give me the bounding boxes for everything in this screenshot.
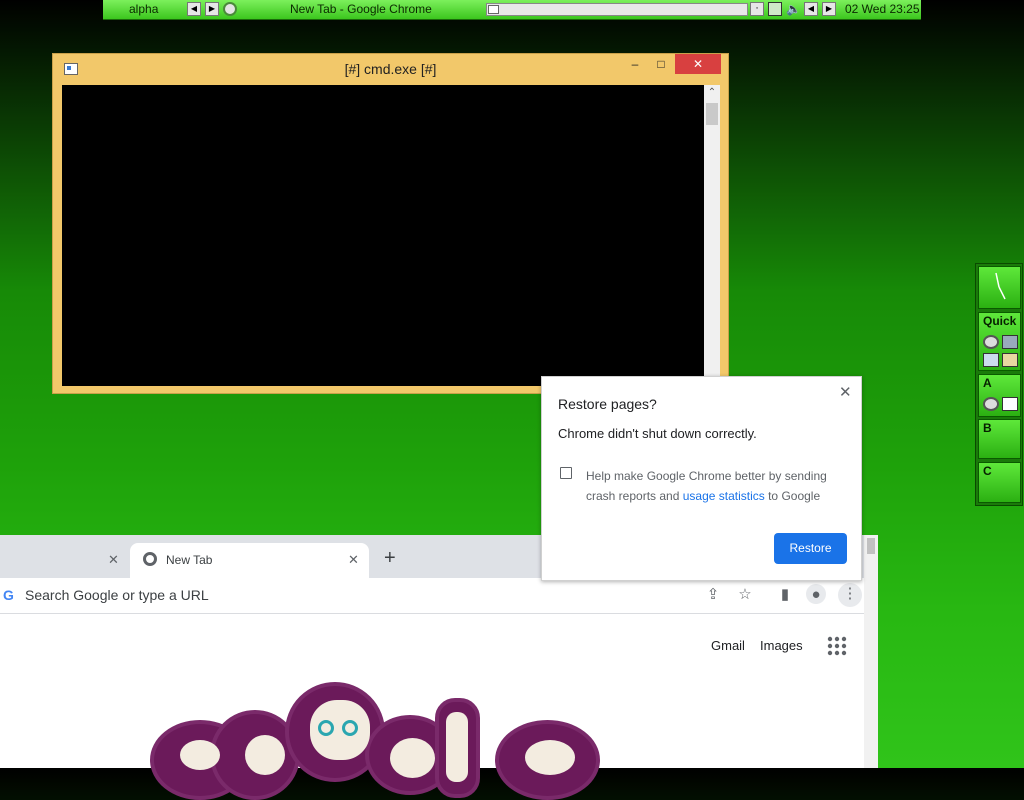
volume-icon[interactable]: 🔈 — [786, 2, 801, 16]
new-tab-button[interactable]: + — [384, 548, 396, 568]
scrollbar-thumb[interactable] — [488, 5, 499, 14]
dock-section-label: Quick — [983, 314, 1017, 328]
omnibox[interactable]: G Search Google or type a URL ⇪ ☆ ▮ ● ⋮ — [0, 578, 862, 612]
checkbox-text: Help make Google Chrome better by sendin… — [586, 469, 827, 483]
side-panel-icon[interactable]: ▮ — [774, 584, 796, 606]
dialog-message: Chrome didn't shut down correctly. — [558, 426, 757, 441]
chrome-app-icon[interactable] — [223, 2, 237, 16]
dock-panel: Quick A B C — [975, 263, 1023, 506]
window-list-scrollbar[interactable] — [486, 3, 748, 16]
tray-prev-button[interactable]: ◀ — [804, 2, 818, 16]
minimize-button[interactable]: – — [625, 54, 645, 74]
dock-section-a: A — [978, 374, 1021, 417]
gmail-link[interactable]: Gmail — [711, 638, 745, 653]
google-doodle[interactable] — [150, 680, 610, 800]
restore-pages-dialog: Restore pages? ✕ Chrome didn't shut down… — [541, 376, 862, 581]
next-workspace-button[interactable]: ▶ — [205, 2, 219, 16]
tab-new-tab[interactable]: New Tab ✕ — [130, 543, 369, 578]
prev-workspace-button[interactable]: ◀ — [187, 2, 201, 16]
console-area[interactable] — [62, 85, 704, 386]
images-link[interactable]: Images — [760, 638, 803, 653]
tab-title: New Tab — [166, 553, 213, 567]
dock-section-label: B — [983, 421, 992, 435]
chrome-favicon-icon — [143, 552, 157, 566]
files-launcher-icon[interactable] — [1002, 353, 1018, 367]
restore-button[interactable]: Restore — [774, 533, 847, 564]
tab-background[interactable]: ✕ — [0, 543, 128, 578]
dock-section-quick: Quick — [978, 312, 1021, 371]
analog-clock-icon — [995, 272, 1006, 300]
workspace-label[interactable]: alpha — [129, 0, 158, 19]
scrollbar-thumb[interactable] — [706, 103, 718, 125]
chrome-launcher-icon[interactable] — [983, 335, 999, 349]
cmd-window-icon[interactable] — [1002, 397, 1018, 411]
close-button[interactable]: ✕ — [675, 54, 721, 74]
dock-section-label: A — [983, 376, 992, 390]
explorer-launcher-icon[interactable] — [983, 353, 999, 367]
tab-close-icon[interactable]: ✕ — [108, 552, 119, 568]
apps-grid-icon[interactable] — [827, 636, 847, 656]
dock-section-b[interactable]: B — [978, 419, 1021, 459]
network-icon[interactable] — [768, 2, 782, 16]
bookmark-star-icon[interactable]: ☆ — [734, 584, 756, 606]
cmd-window: [#] cmd.exe [#] – □ ✕ ⌃ ⌄ — [52, 53, 729, 394]
clock[interactable]: 02 Wed 23:25 — [845, 0, 920, 19]
tray-dot-icon[interactable]: ◦ — [750, 2, 764, 16]
top-panel: alpha ◀ ▶ New Tab - Google Chrome ◦ 🔈 ◀ … — [103, 0, 921, 20]
metrics-checkbox[interactable] — [560, 467, 572, 479]
usage-statistics-link[interactable]: usage statistics — [683, 489, 765, 503]
scrollbar-thumb[interactable] — [867, 538, 875, 554]
page-scrollbar[interactable] — [864, 535, 878, 768]
profile-avatar-icon[interactable]: ● — [806, 584, 826, 604]
share-icon[interactable]: ⇪ — [702, 584, 724, 606]
console-scrollbar[interactable]: ⌃ ⌄ — [704, 85, 720, 386]
clock-widget[interactable] — [978, 266, 1021, 309]
terminal-launcher-icon[interactable] — [1002, 335, 1018, 349]
tab-close-icon[interactable]: ✕ — [348, 552, 359, 568]
scroll-up-icon[interactable]: ⌃ — [704, 85, 720, 101]
omnibox-placeholder[interactable]: Search Google or type a URL — [25, 578, 209, 612]
dialog-title: Restore pages? — [558, 396, 657, 412]
checkbox-text: crash reports and — [586, 489, 683, 503]
checkbox-text: to Google — [764, 489, 821, 503]
checkbox-label: Help make Google Chrome better by sendin… — [586, 466, 827, 506]
active-window-title[interactable]: New Tab - Google Chrome — [290, 0, 432, 19]
dock-section-label: C — [983, 464, 992, 478]
maximize-button[interactable]: □ — [651, 54, 671, 74]
tray-next-button[interactable]: ▶ — [822, 2, 836, 16]
google-g-icon: G — [3, 587, 14, 603]
dock-section-c[interactable]: C — [978, 462, 1021, 503]
chrome-window-icon[interactable] — [983, 397, 999, 411]
dialog-close-button[interactable]: ✕ — [839, 383, 852, 401]
chrome-menu-icon[interactable]: ⋮ — [838, 583, 862, 607]
toolbar: G Search Google or type a URL ⇪ ☆ ▮ ● ⋮ — [0, 578, 870, 614]
